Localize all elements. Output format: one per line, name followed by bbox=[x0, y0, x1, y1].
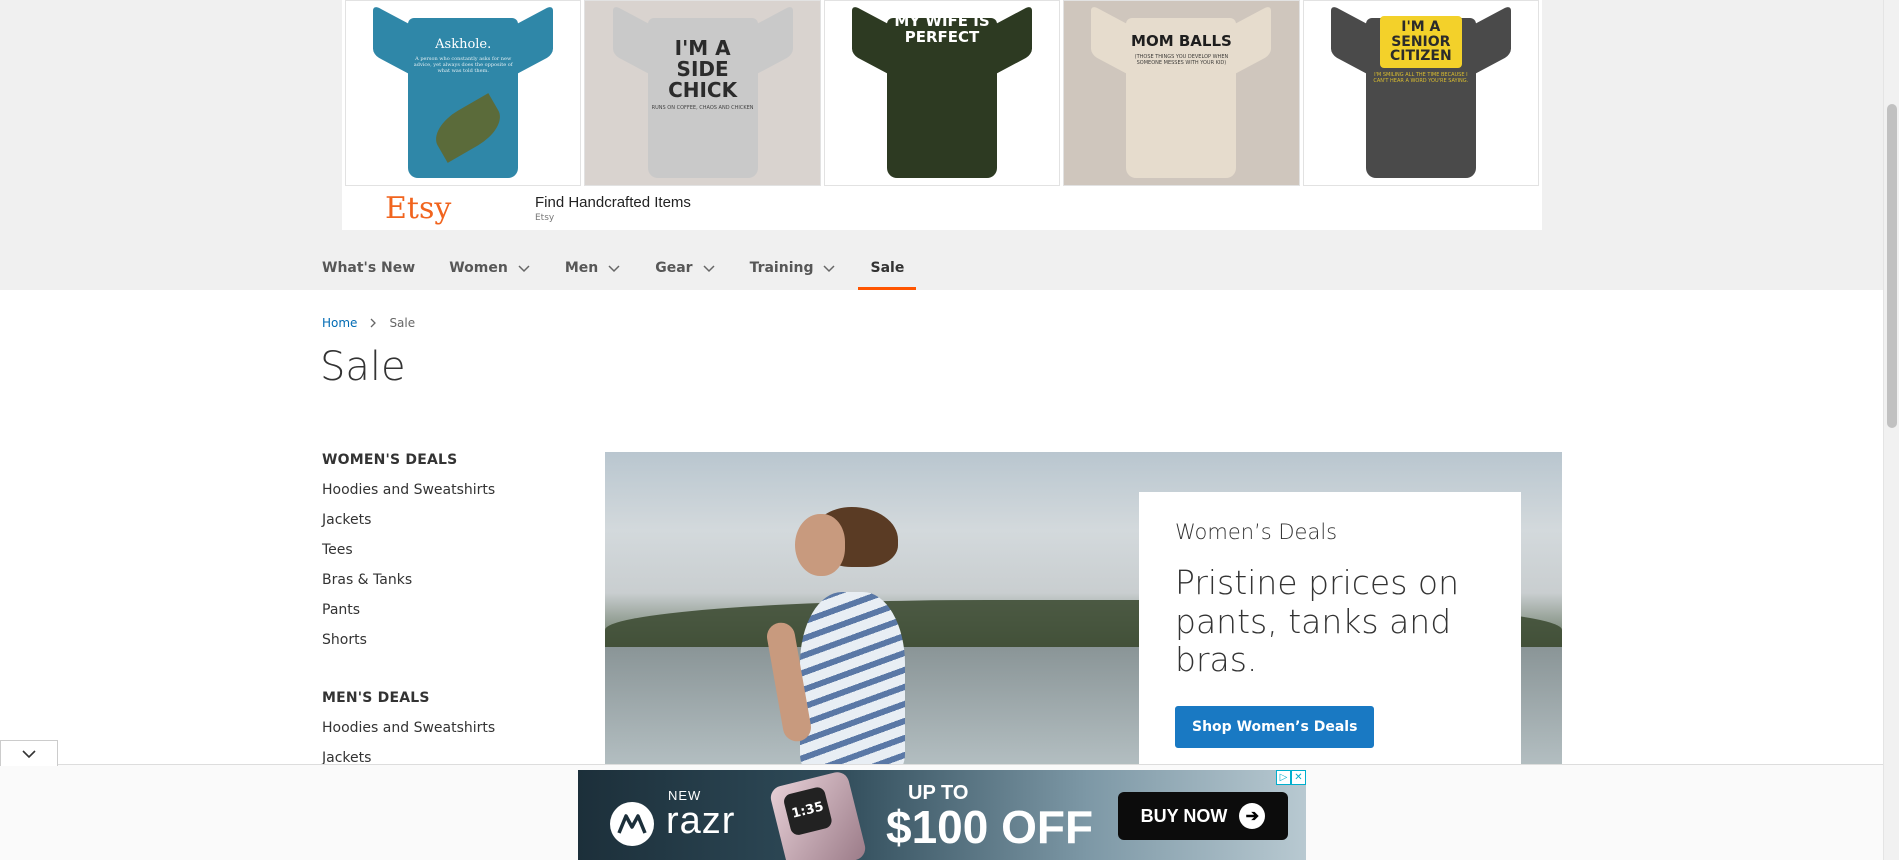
sidebar-item-womens-jackets[interactable]: Jackets bbox=[322, 510, 572, 540]
etsy-ad-footer[interactable]: Etsy Find Handcrafted Items Etsy bbox=[342, 186, 1542, 230]
nav-item-men[interactable]: Men bbox=[565, 246, 621, 290]
buy-now-label: BUY NOW bbox=[1140, 805, 1228, 826]
tee-graphic: MY WIFE IS PERFECT bbox=[852, 4, 1033, 178]
tee-text: Askhole. bbox=[435, 37, 492, 52]
razr-phone-screen: 1:35 bbox=[782, 785, 834, 837]
razr-brand: razr bbox=[666, 800, 736, 842]
nav-item-sale[interactable]: Sale bbox=[858, 246, 917, 290]
scrollbar-thumb[interactable] bbox=[1887, 104, 1897, 428]
etsy-product-strip: Askhole. A person who constantly asks fo… bbox=[345, 0, 1540, 186]
tee-text: I'M A SENIOR CITIZEN bbox=[1379, 16, 1462, 69]
sidebar-item-mens-hoodies[interactable]: Hoodies and Sweatshirts bbox=[322, 718, 572, 748]
sidebar-item-womens-hoodies[interactable]: Hoodies and Sweatshirts bbox=[322, 480, 572, 510]
adchoices-icon[interactable]: ▷ bbox=[1276, 770, 1291, 785]
sidebar-item-womens-bras-tanks[interactable]: Bras & Tanks bbox=[322, 570, 572, 600]
nav-item-training[interactable]: Training bbox=[750, 246, 837, 290]
hero-kicker: Women’s Deals bbox=[1175, 520, 1338, 544]
sidebar: WOMEN'S DEALS Hoodies and Sweatshirts Ja… bbox=[322, 452, 572, 808]
tee-subtext: (THOSE THINGS YOU DEVELOP WHEN SOMEONE M… bbox=[1134, 53, 1229, 66]
page-title: Sale bbox=[320, 344, 406, 390]
razr-ad-banner[interactable]: NEW razr 1:35 UP TO $100 OFF BUY NOW ➔ bbox=[578, 770, 1306, 860]
tee-text: MOM BALLS bbox=[1131, 32, 1232, 50]
tee-graphic: I'M A SIDE CHICK RUNS ON COFFEE, CHAOS A… bbox=[612, 4, 793, 178]
razr-buy-now-button[interactable]: BUY NOW ➔ bbox=[1118, 792, 1288, 840]
etsy-product-3[interactable]: MY WIFE IS PERFECT bbox=[823, 0, 1061, 186]
nav-label: Men bbox=[564, 260, 599, 276]
sidebar-item-womens-pants[interactable]: Pants bbox=[322, 600, 572, 630]
tee-subtext: I'M SMILING ALL THE TIME BECAUSE I CAN'T… bbox=[1373, 72, 1469, 85]
tee-graphic: MOM BALLS (THOSE THINGS YOU DEVELOP WHEN… bbox=[1091, 4, 1272, 178]
chevron-right-icon bbox=[370, 318, 377, 328]
page-scrollbar[interactable] bbox=[1883, 0, 1899, 860]
womens-deals-hero[interactable]: Women’s Deals Pristine prices on pants, … bbox=[605, 452, 1562, 765]
nav-item-whats-new[interactable]: What's New bbox=[322, 246, 415, 290]
etsy-ad-subtitle: Etsy bbox=[535, 212, 555, 223]
sidebar-item-womens-tees[interactable]: Tees bbox=[322, 540, 572, 570]
etsy-ad-title[interactable]: Find Handcrafted Items bbox=[535, 194, 691, 211]
nav-label: What's New bbox=[322, 260, 416, 276]
arrow-right-icon: ➔ bbox=[1239, 803, 1266, 829]
etsy-product-5[interactable]: I'M A SENIOR CITIZEN I'M SMILING ALL THE… bbox=[1302, 0, 1540, 186]
womens-deals-list: Hoodies and Sweatshirts Jackets Tees Bra… bbox=[322, 480, 572, 660]
motorola-logo-icon bbox=[610, 802, 654, 846]
nav-item-women[interactable]: Women bbox=[449, 246, 531, 290]
hero-headline: Pristine prices on pants, tanks and bras… bbox=[1175, 563, 1459, 680]
hero-runner-head bbox=[795, 514, 845, 576]
etsy-ad[interactable]: Askhole. A person who constantly asks fo… bbox=[342, 0, 1542, 230]
sidebar-heading-mens-deals: MEN'S DEALS bbox=[322, 690, 430, 706]
tee-text: I'M A SIDE CHICK bbox=[668, 36, 738, 102]
etsy-product-1[interactable]: Askhole. A person who constantly asks fo… bbox=[345, 0, 582, 186]
tee-subtext: RUNS ON COFFEE, CHAOS AND CHICKEN bbox=[651, 105, 754, 111]
tee-text: MY WIFE IS PERFECT bbox=[894, 12, 990, 46]
chevron-down-icon bbox=[518, 265, 530, 273]
etsy-logo: Etsy bbox=[385, 190, 452, 226]
sidebar-item-womens-shorts[interactable]: Shorts bbox=[322, 630, 572, 660]
nav-label: Women bbox=[449, 260, 508, 276]
shop-womens-deals-button[interactable]: Shop Women’s Deals bbox=[1175, 705, 1375, 748]
breadcrumb-home-link[interactable]: Home bbox=[322, 316, 357, 330]
chevron-down-icon bbox=[703, 265, 715, 273]
chevron-down-icon bbox=[608, 265, 620, 273]
nav-label: Gear bbox=[655, 260, 693, 276]
razr-phone-image: 1:35 bbox=[768, 770, 868, 860]
chevron-down-icon bbox=[823, 265, 836, 273]
nav-item-gear[interactable]: Gear bbox=[655, 246, 715, 290]
sidebar-heading-womens-deals: WOMEN'S DEALS bbox=[322, 452, 458, 468]
chevron-down-icon bbox=[22, 749, 36, 758]
tee-subtext: A person who constantly asks for new adv… bbox=[413, 55, 513, 74]
hero-promo-card: Women’s Deals Pristine prices on pants, … bbox=[1139, 492, 1521, 765]
tee-graphic: Askhole. A person who constantly asks fo… bbox=[373, 4, 554, 178]
nav-label: Sale bbox=[870, 260, 905, 276]
etsy-product-4[interactable]: MOM BALLS (THOSE THINGS YOU DEVELOP WHEN… bbox=[1063, 0, 1300, 186]
nav-label: Training bbox=[749, 260, 814, 276]
breadcrumb: Home Sale bbox=[322, 316, 415, 330]
tee-graphic: I'M A SENIOR CITIZEN I'M SMILING ALL THE… bbox=[1330, 4, 1511, 178]
ad-collapse-toggle[interactable] bbox=[0, 740, 58, 766]
main-nav: What's New Women Men Gear Training Sale bbox=[322, 246, 938, 290]
razr-offer: $100 OFF bbox=[886, 801, 1094, 853]
etsy-product-2[interactable]: I'M A SIDE CHICK RUNS ON COFFEE, CHAOS A… bbox=[584, 0, 821, 186]
ad-controls: ▷ ✕ bbox=[1276, 770, 1306, 785]
hero-runner-body bbox=[800, 592, 905, 765]
breadcrumb-current: Sale bbox=[389, 316, 416, 330]
close-ad-icon[interactable]: ✕ bbox=[1291, 770, 1306, 785]
